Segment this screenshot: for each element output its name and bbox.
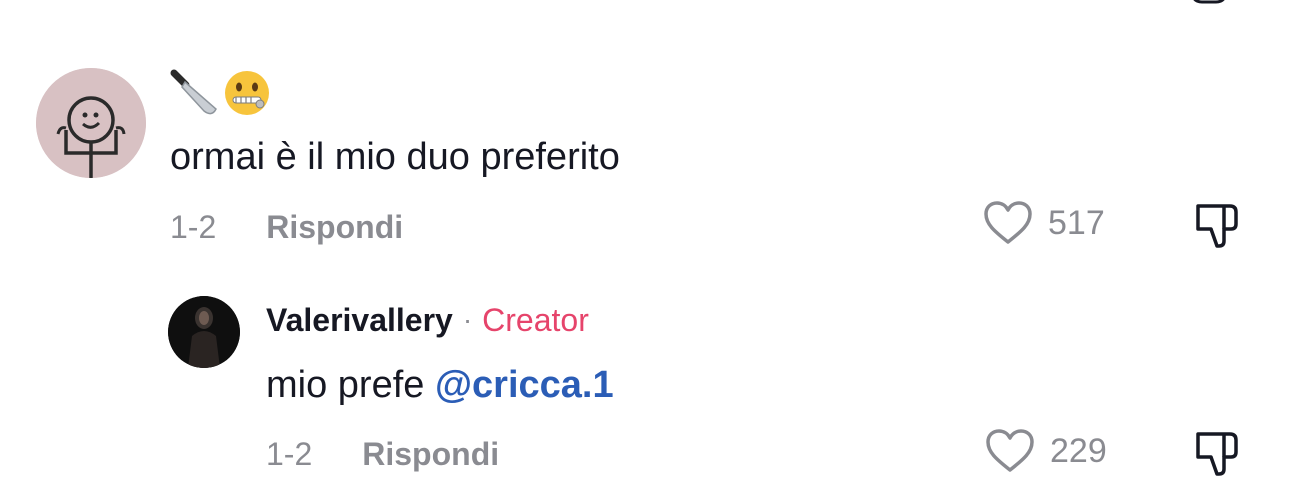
comment-reply-button[interactable]: Rispondi (266, 205, 403, 249)
comment-date: 1-2 (170, 209, 217, 245)
creator-username[interactable]: Valerivallery (266, 298, 453, 342)
comment-like-button[interactable]: 517 (982, 200, 1105, 246)
reply-like-count: 229 (1050, 432, 1107, 470)
commenter-name-emojis[interactable] (168, 66, 272, 120)
thumbs-down-icon (1196, 432, 1238, 476)
comment-text: ormai è il mio duo preferito (170, 136, 620, 178)
reply-like-button[interactable]: 229 (984, 428, 1107, 474)
mention-link[interactable]: @cricca.1 (435, 364, 614, 406)
commenter-avatar[interactable] (36, 68, 146, 178)
reply-meta: 1-2 Rispondi (266, 432, 499, 476)
reply-date: 1-2 (266, 436, 313, 472)
person-photo-avatar-icon (168, 296, 240, 368)
partial-top-icon (1188, 0, 1230, 10)
separator-dot: · (462, 304, 473, 335)
comment-meta: 1-2 Rispondi (170, 205, 403, 249)
reply-header: Valerivallery · Creator (266, 298, 589, 342)
comment-like-count: 517 (1048, 204, 1105, 242)
thumbs-down-icon (1196, 204, 1238, 248)
reply-text: mio prefe @cricca.1 (266, 362, 614, 408)
creator-avatar[interactable] (168, 296, 240, 368)
heart-icon (986, 429, 1034, 472)
heart-icon (984, 201, 1032, 244)
stick-figure-avatar-icon (36, 68, 146, 178)
reply-dislike-button[interactable] (1192, 428, 1242, 483)
comment-dislike-button[interactable] (1192, 200, 1242, 255)
zipper-mouth-face-icon (225, 71, 269, 115)
knife-icon (170, 69, 217, 115)
reply-reply-button[interactable]: Rispondi (362, 432, 499, 476)
reply-text-prefix: mio prefe (266, 364, 435, 406)
creator-badge: Creator (482, 302, 589, 338)
